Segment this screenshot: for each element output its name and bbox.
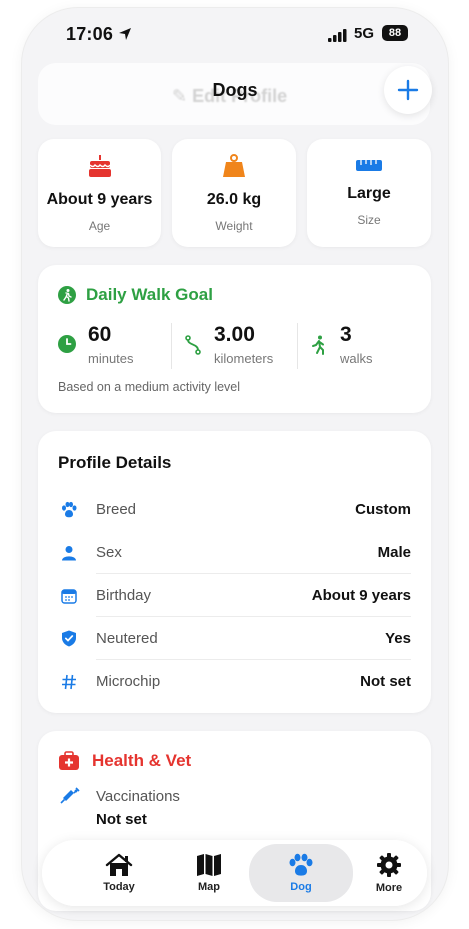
shield-check-icon	[62, 630, 76, 647]
walk-goal-title: Daily Walk Goal	[86, 285, 213, 304]
person-icon	[62, 545, 76, 560]
sex-value: Male	[377, 544, 411, 561]
daily-walk-goal-card[interactable]: Daily Walk Goal 60 minutes 3.00 kilomete…	[38, 265, 431, 413]
profile-row-birthday[interactable]: Birthday About 9 years	[58, 574, 411, 617]
neutered-value: Yes	[385, 630, 411, 647]
size-stat-card[interactable]: Large Size	[307, 139, 431, 247]
walk-distance-label: kilometers	[214, 351, 274, 366]
neutered-label: Neutered	[96, 630, 158, 647]
paw-icon	[62, 501, 77, 517]
syringe-icon	[60, 787, 80, 804]
tab-dog[interactable]: Dog	[249, 844, 353, 902]
profile-row-sex[interactable]: Sex Male	[58, 531, 411, 574]
weight-stat-card[interactable]: 26.0 kg Weight	[172, 139, 296, 247]
medical-kit-icon	[59, 751, 79, 770]
vaccinations-value: Not set	[96, 811, 147, 828]
sex-label: Sex	[96, 544, 122, 561]
health-vet-title: Health & Vet	[92, 751, 192, 770]
map-icon	[197, 854, 221, 876]
status-time: 17:06	[66, 24, 114, 44]
route-icon	[185, 335, 201, 355]
network-type: 5G	[354, 25, 375, 42]
cake-icon	[88, 155, 111, 177]
walk-goal-icon	[58, 286, 76, 304]
birthday-value: About 9 years	[311, 587, 411, 604]
tab-today[interactable]: Today	[74, 840, 164, 906]
house-icon	[105, 853, 133, 876]
walk-goal-note: Based on a medium activity level	[58, 380, 241, 394]
walk-minutes-value: 60	[88, 323, 112, 346]
breed-value: Custom	[355, 501, 411, 518]
walk-count-value: 3	[340, 323, 352, 346]
breed-label: Breed	[96, 501, 137, 518]
profile-row-neutered[interactable]: Neutered Yes	[58, 617, 411, 660]
walker-icon	[312, 335, 324, 355]
profile-row-microchip[interactable]: Microchip Not set	[58, 660, 411, 703]
vaccinations-label: Vaccinations	[96, 788, 180, 805]
tab-more-label: More	[375, 882, 403, 894]
walk-count-label: walks	[340, 351, 373, 366]
age-stat-card[interactable]: About 9 years Age	[38, 139, 161, 247]
cellular-signal-icon	[328, 29, 347, 42]
profile-details-title: Profile Details	[58, 453, 172, 472]
walk-distance-value: 3.00	[214, 323, 255, 346]
profile-details-card: Profile Details Breed Custom Sex Male Bi…	[38, 431, 431, 713]
paw-icon	[289, 853, 313, 876]
tab-map-label: Map	[198, 881, 220, 893]
walk-minutes-label: minutes	[88, 351, 134, 366]
clock-icon	[58, 335, 76, 353]
tab-today-label: Today	[103, 881, 135, 893]
phone-screen: 17:06 5G 88 ✎ Edit Profile Dogs About 9 …	[22, 8, 448, 920]
ruler-icon	[356, 160, 382, 171]
microchip-label: Microchip	[96, 673, 161, 690]
gear-icon	[377, 853, 401, 877]
profile-row-breed[interactable]: Breed Custom	[58, 488, 411, 531]
tab-map[interactable]: Map	[164, 840, 254, 906]
tab-more[interactable]: More	[344, 840, 434, 906]
tab-bar: Today Map Dog More	[42, 840, 427, 906]
location-arrow-icon	[119, 28, 131, 40]
status-bar: 17:06 5G 88	[22, 8, 448, 58]
hash-icon	[62, 674, 76, 689]
age-value: About 9 years	[46, 191, 153, 208]
battery-indicator: 88	[382, 25, 408, 41]
tab-dog-label: Dog	[290, 881, 312, 893]
birthday-label: Birthday	[96, 587, 152, 604]
weight-value: 26.0 kg	[206, 191, 262, 208]
size-value: Large	[347, 185, 391, 202]
scale-weight-icon	[223, 154, 245, 177]
weight-label: Weight	[215, 219, 253, 233]
calendar-icon	[61, 588, 77, 604]
add-button[interactable]	[384, 66, 432, 114]
microchip-value: Not set	[360, 673, 411, 690]
plus-icon	[397, 79, 419, 101]
metric-divider	[297, 323, 298, 369]
metric-divider	[171, 323, 172, 369]
age-label: Age	[88, 219, 111, 233]
size-label: Size	[357, 213, 381, 227]
